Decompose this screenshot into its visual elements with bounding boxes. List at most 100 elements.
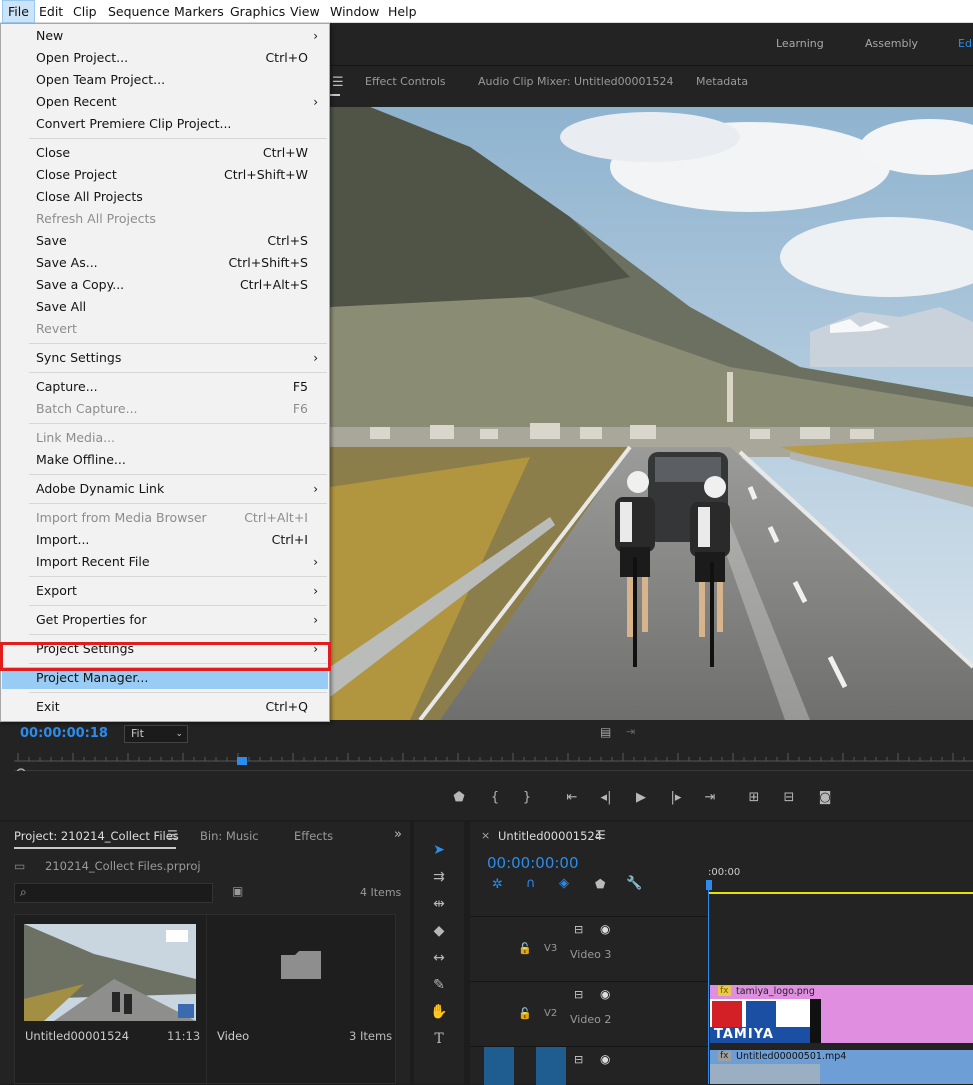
- eye-icon[interactable]: ◉: [600, 1052, 610, 1066]
- menu-view[interactable]: View: [285, 0, 325, 23]
- file-menu-item-new[interactable]: New ›: [2, 25, 328, 47]
- file-menu-item-capture[interactable]: Capture... F5: [2, 376, 328, 398]
- file-menu-item-close[interactable]: Close Ctrl+W: [2, 142, 328, 164]
- file-menu-item-import-recent-file[interactable]: Import Recent File ›: [2, 551, 328, 573]
- lock-icon[interactable]: 🔓: [518, 942, 532, 955]
- file-menu-item-open-team-project[interactable]: Open Team Project...: [2, 69, 328, 91]
- menu-clip[interactable]: Clip: [68, 0, 102, 23]
- eye-icon[interactable]: ◉: [600, 987, 610, 1001]
- source-patch[interactable]: [484, 1047, 514, 1085]
- program-monitor-controls: 00:00:00:18 Fit ⌄ ▤ ⇥ ⬟ { } ⇤ ◂| ▶ |▸ ⇥ …: [0, 720, 973, 820]
- file-menu-item-save-all[interactable]: Save All: [2, 296, 328, 318]
- tab-bin-music[interactable]: Bin: Music: [200, 829, 259, 843]
- toggle-sync-icon[interactable]: ⊟: [574, 988, 583, 1001]
- tab-effect-controls[interactable]: Effect Controls: [365, 75, 446, 88]
- mark-in-icon[interactable]: {: [484, 788, 506, 808]
- tab-metadata[interactable]: Metadata: [696, 75, 748, 88]
- go-to-out-icon[interactable]: ⇥: [699, 788, 721, 808]
- eye-icon[interactable]: ◉: [600, 922, 610, 936]
- file-menu-item-open-recent[interactable]: Open Recent ›: [2, 91, 328, 113]
- add-marker-icon[interactable]: ⬟: [448, 788, 470, 808]
- file-menu-item-save[interactable]: Save Ctrl+S: [2, 230, 328, 252]
- workspace-learning[interactable]: Learning: [776, 37, 824, 50]
- tab-project[interactable]: Project: 210214_Collect Files: [14, 829, 179, 843]
- file-menu-item-convert-premiere-clip-project[interactable]: Convert Premiere Clip Project...: [2, 113, 328, 135]
- snap-icon[interactable]: ∩: [526, 876, 536, 891]
- go-to-in-icon[interactable]: ⇤: [561, 788, 583, 808]
- timeline-timecode[interactable]: 00:00:00:00: [487, 854, 579, 872]
- project-search-input[interactable]: ⌕: [14, 883, 213, 903]
- workspace-assembly[interactable]: Assembly: [865, 37, 918, 50]
- clip-tamiya-logo[interactable]: fx tamiya_logo.png TAMIYA: [710, 985, 973, 1043]
- toggle-sync-icon[interactable]: ⊟: [574, 923, 583, 936]
- file-menu-item-close-all-projects[interactable]: Close All Projects: [2, 186, 328, 208]
- menu-item-label: Adobe Dynamic Link: [36, 481, 165, 496]
- slip-tool-icon[interactable]: ↔: [427, 947, 451, 969]
- toggle-sync-icon[interactable]: ⊟: [574, 1053, 583, 1066]
- play-icon[interactable]: ▶: [630, 788, 652, 808]
- project-panel-menu-icon[interactable]: ☰: [167, 828, 178, 842]
- menu-sequence[interactable]: Sequence: [103, 0, 175, 23]
- type-tool-icon[interactable]: T: [427, 1028, 451, 1050]
- linked-selection-icon[interactable]: ◈: [559, 876, 569, 891]
- menu-markers[interactable]: Markers: [169, 0, 229, 23]
- file-menu-item-sync-settings[interactable]: Sync Settings ›: [2, 347, 328, 369]
- step-forward-icon[interactable]: |▸: [665, 788, 687, 808]
- file-menu-item-adobe-dynamic-link[interactable]: Adobe Dynamic Link ›: [2, 478, 328, 500]
- new-bin-from-search-icon[interactable]: ▣: [232, 884, 243, 898]
- program-timecode[interactable]: 00:00:00:18: [20, 726, 108, 741]
- track-v2-header: 🔓 V2 ⊟ ◉ Video 2: [470, 981, 708, 1046]
- step-back-icon[interactable]: ◂|: [595, 788, 617, 808]
- panel-menu-icon[interactable]: ☰: [332, 75, 344, 90]
- project-item-sequence[interactable]: Untitled00001524 11:13: [15, 915, 205, 1085]
- file-menu-item-export[interactable]: Export ›: [2, 580, 328, 602]
- comparison-icon[interactable]: ⇥: [626, 725, 635, 738]
- pen-tool-icon[interactable]: ✎: [427, 974, 451, 996]
- nest-icon[interactable]: ✲: [492, 877, 503, 892]
- settings-film-icon[interactable]: ▤: [600, 725, 611, 739]
- work-area-bar[interactable]: [708, 892, 973, 894]
- file-menu-dropdown: New › Open Project... Ctrl+O Open Team Proje…: [0, 23, 330, 722]
- tab-audio-clip-mixer[interactable]: Audio Clip Mixer: Untitled00001524: [478, 75, 674, 88]
- more-panels-icon[interactable]: »: [394, 827, 402, 842]
- menu-graphics[interactable]: Graphics: [225, 0, 290, 23]
- project-item-bin-video[interactable]: Video 3 Items: [206, 915, 395, 1085]
- add-marker-icon[interactable]: ⬟: [595, 877, 605, 891]
- track-select-tool-icon[interactable]: ⇉: [427, 866, 451, 888]
- file-menu-item-save-a-copy[interactable]: Save a Copy... Ctrl+Alt+S: [2, 274, 328, 296]
- menu-window[interactable]: Window: [325, 0, 384, 23]
- file-menu-item-close-project[interactable]: Close Project Ctrl+Shift+W: [2, 164, 328, 186]
- fx-badge-icon: fx: [718, 1051, 731, 1061]
- close-tab-icon[interactable]: ×: [481, 829, 490, 842]
- file-menu-item-exit[interactable]: Exit Ctrl+Q: [2, 696, 328, 718]
- lock-icon[interactable]: 🔓: [518, 1007, 532, 1020]
- file-menu-item-make-offline[interactable]: Make Offline...: [2, 449, 328, 471]
- menu-help[interactable]: Help: [383, 0, 422, 23]
- menu-item-label: Save All: [36, 299, 87, 314]
- file-menu-item-get-properties-for[interactable]: Get Properties for ›: [2, 609, 328, 631]
- camera-icon[interactable]: ◙: [814, 788, 836, 808]
- timeline-menu-icon[interactable]: ☰: [595, 828, 606, 842]
- file-menu-item-open-project[interactable]: Open Project... Ctrl+O: [2, 47, 328, 69]
- program-time-ruler[interactable]: [14, 747, 973, 778]
- menu-edit[interactable]: Edit: [34, 0, 68, 23]
- target-track[interactable]: [536, 1047, 566, 1085]
- tab-sequence[interactable]: Untitled00001524: [498, 829, 602, 843]
- lift-icon[interactable]: ⊞: [743, 788, 765, 808]
- menu-file[interactable]: File: [2, 0, 35, 23]
- mark-out-icon[interactable]: }: [516, 788, 538, 808]
- selection-tool-icon[interactable]: ➤: [427, 839, 451, 861]
- playhead[interactable]: [706, 880, 712, 890]
- file-menu-item-import[interactable]: Import... Ctrl+I: [2, 529, 328, 551]
- workspace-editing[interactable]: Edi: [958, 37, 973, 50]
- bin-item-count: 3 Items: [349, 1029, 393, 1043]
- extract-icon[interactable]: ⊟: [778, 788, 800, 808]
- hand-tool-icon[interactable]: ✋: [427, 1001, 451, 1023]
- clip-untitled-video[interactable]: fx Untitled00000501.mp4: [710, 1050, 973, 1084]
- ripple-edit-tool-icon[interactable]: ⇹: [427, 893, 451, 915]
- wrench-icon[interactable]: 🔧: [626, 876, 642, 891]
- tab-effects[interactable]: Effects: [294, 829, 333, 843]
- zoom-fit-dropdown[interactable]: Fit ⌄: [124, 725, 188, 743]
- file-menu-item-save-as[interactable]: Save As... Ctrl+Shift+S: [2, 252, 328, 274]
- razor-tool-icon[interactable]: ◆: [427, 920, 451, 942]
